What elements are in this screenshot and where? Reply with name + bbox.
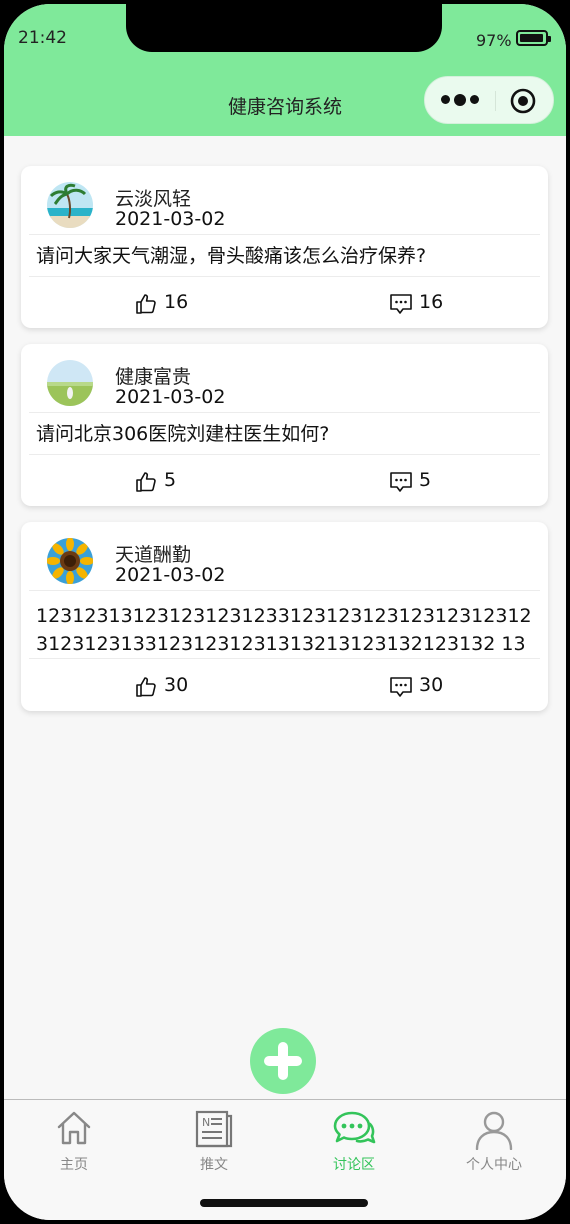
svg-text:N: N bbox=[202, 1116, 210, 1129]
chat-icon bbox=[333, 1111, 376, 1144]
comment-icon bbox=[390, 294, 412, 314]
avatar[interactable] bbox=[47, 182, 93, 228]
more-icon[interactable] bbox=[441, 93, 479, 107]
tab-discussion[interactable]: 讨论区 bbox=[284, 1100, 424, 1180]
add-post-button[interactable] bbox=[250, 1028, 316, 1094]
home-icon bbox=[57, 1111, 91, 1145]
post-username[interactable]: 云淡风轻 bbox=[115, 184, 191, 211]
home-indicator bbox=[200, 1199, 368, 1207]
status-time: 21:42 bbox=[18, 28, 67, 48]
mini-program-capsule bbox=[424, 76, 554, 124]
post-card[interactable]: 云淡风轻 2021-03-02 请问大家天气潮湿，骨头酸痛该怎么治疗保养? 16… bbox=[21, 166, 548, 328]
post-username[interactable]: 健康富贵 bbox=[115, 362, 191, 389]
comment-button[interactable]: 5 bbox=[389, 467, 469, 497]
post-date: 2021-03-02 bbox=[115, 564, 226, 586]
post-content[interactable]: 请问大家天气潮湿，骨头酸痛该怎么治疗保养? bbox=[36, 242, 538, 270]
comment-icon bbox=[390, 472, 412, 492]
comment-icon bbox=[390, 677, 412, 697]
post-content[interactable]: 1231231312312312312331231231231231231231… bbox=[36, 602, 538, 658]
comment-count: 5 bbox=[419, 469, 432, 491]
tab-label: 讨论区 bbox=[333, 1157, 375, 1173]
avatar[interactable] bbox=[47, 360, 93, 406]
close-miniprogram-icon[interactable] bbox=[510, 88, 536, 114]
comment-count: 30 bbox=[419, 674, 444, 696]
like-button[interactable]: 16 bbox=[134, 289, 214, 319]
top-bar: 21:42 97% 健康咨询系统 bbox=[4, 4, 566, 136]
thumbs-up-icon bbox=[136, 472, 156, 492]
post-card[interactable]: 天道酬勤 2021-03-02 123123131231231231233123… bbox=[21, 522, 548, 711]
person-icon bbox=[475, 1111, 513, 1150]
like-count: 5 bbox=[164, 469, 177, 491]
post-date: 2021-03-02 bbox=[115, 386, 226, 408]
notch bbox=[126, 4, 442, 52]
avatar[interactable] bbox=[47, 538, 93, 584]
tab-bar: 主页 N 推文 讨论区 个人中心 bbox=[4, 1099, 566, 1220]
like-button[interactable]: 30 bbox=[134, 672, 214, 702]
news-icon: N bbox=[195, 1110, 233, 1148]
plus-icon bbox=[264, 1042, 302, 1080]
tab-label: 个人中心 bbox=[466, 1157, 522, 1173]
battery-percent: 97% bbox=[476, 31, 512, 50]
post-username[interactable]: 天道酬勤 bbox=[115, 540, 191, 567]
tab-home[interactable]: 主页 bbox=[4, 1100, 144, 1180]
thumbs-up-icon bbox=[136, 294, 156, 314]
tab-label: 推文 bbox=[200, 1157, 228, 1173]
thumbs-up-icon bbox=[136, 677, 156, 697]
phone-screen: 21:42 97% 健康咨询系统 云淡风轻 2021-03-02 请问大家天气潮… bbox=[4, 4, 566, 1220]
battery-icon bbox=[516, 30, 551, 46]
post-content[interactable]: 请问北京306医院刘建柱医生如何? bbox=[36, 420, 538, 448]
tab-label: 主页 bbox=[60, 1157, 88, 1173]
like-count: 16 bbox=[164, 291, 189, 313]
comment-count: 16 bbox=[419, 291, 444, 313]
comment-button[interactable]: 16 bbox=[389, 289, 469, 319]
tab-news[interactable]: N 推文 bbox=[144, 1100, 284, 1180]
tab-profile[interactable]: 个人中心 bbox=[424, 1100, 564, 1180]
like-count: 30 bbox=[164, 674, 189, 696]
comment-button[interactable]: 30 bbox=[389, 672, 469, 702]
post-date: 2021-03-02 bbox=[115, 208, 226, 230]
like-button[interactable]: 5 bbox=[134, 467, 214, 497]
post-card[interactable]: 健康富贵 2021-03-02 请问北京306医院刘建柱医生如何? 5 5 bbox=[21, 344, 548, 506]
